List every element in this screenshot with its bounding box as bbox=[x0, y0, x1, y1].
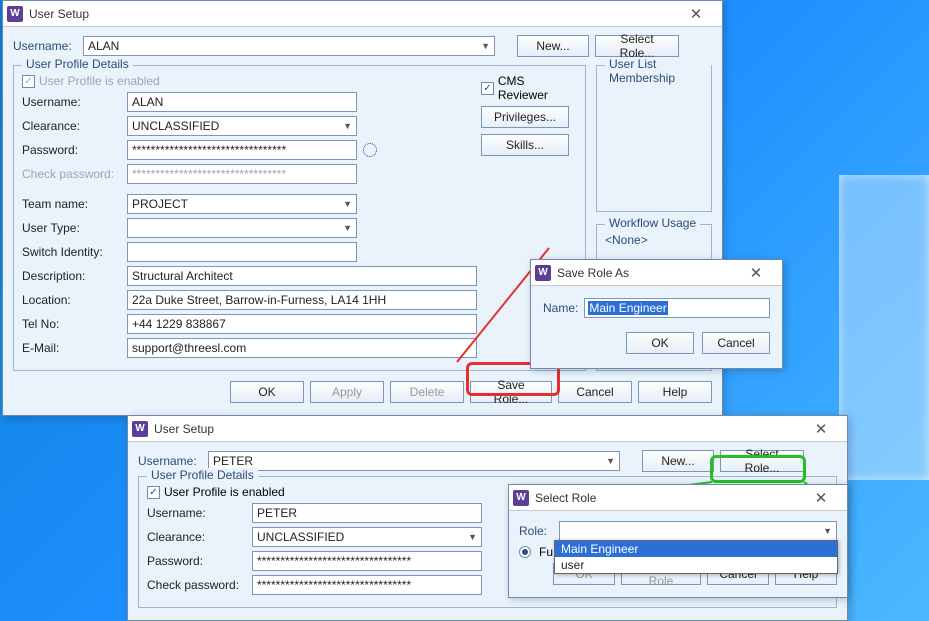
clearance-combo[interactable]: UNCLASSIFIED▼ bbox=[127, 116, 357, 136]
description-input[interactable] bbox=[127, 266, 477, 286]
close-icon[interactable]: ✕ bbox=[801, 420, 841, 438]
teamname-combo[interactable]: PROJECT▼ bbox=[127, 194, 357, 214]
close-icon[interactable]: ✕ bbox=[676, 5, 716, 23]
switchid-input[interactable] bbox=[127, 242, 357, 262]
dialog-title: Save Role As bbox=[557, 266, 736, 280]
role-dropdown[interactable]: Main Engineer user bbox=[554, 540, 838, 574]
lbl-username: Username: bbox=[147, 506, 252, 520]
chevron-down-icon: ▼ bbox=[823, 526, 832, 536]
window-title: User Setup bbox=[29, 7, 676, 21]
username-combo[interactable]: PETER ▼ bbox=[208, 451, 620, 471]
group-legend: Workflow Usage bbox=[605, 216, 700, 230]
username-label: Username: bbox=[138, 454, 202, 468]
save-role-button[interactable]: Save Role... bbox=[470, 381, 552, 403]
chevron-down-icon: ▼ bbox=[343, 199, 352, 209]
apply-button: Apply bbox=[310, 381, 384, 403]
lbl-checkpwd: Check password: bbox=[22, 167, 127, 181]
usertype-combo[interactable]: ▼ bbox=[127, 218, 357, 238]
chevron-down-icon: ▼ bbox=[606, 456, 615, 466]
lbl-password: Password: bbox=[22, 143, 127, 157]
profile-enabled-checkbox[interactable]: ✓ bbox=[22, 75, 35, 88]
full-radio[interactable] bbox=[519, 546, 531, 558]
chevron-down-icon: ▼ bbox=[468, 532, 477, 542]
lbl-description: Description: bbox=[22, 269, 127, 283]
lbl-telno: Tel No: bbox=[22, 317, 127, 331]
lbl-switchid: Switch Identity: bbox=[22, 245, 127, 259]
role-option-main-engineer[interactable]: Main Engineer bbox=[555, 541, 837, 557]
password-input[interactable] bbox=[127, 140, 357, 160]
role-label: Role: bbox=[519, 524, 553, 538]
titlebar[interactable]: W User Setup ✕ bbox=[128, 416, 847, 442]
select-role-button[interactable]: Select Role... bbox=[720, 450, 804, 472]
ok-button[interactable]: OK bbox=[230, 381, 304, 403]
new-button[interactable]: New... bbox=[517, 35, 589, 57]
lbl-username: Username: bbox=[22, 95, 127, 109]
lbl-clearance: Clearance: bbox=[147, 530, 252, 544]
username-label: Username: bbox=[13, 39, 77, 53]
username-input[interactable] bbox=[127, 92, 357, 112]
clearance-combo[interactable]: UNCLASSIFIED▼ bbox=[252, 527, 482, 547]
lbl-email: E-Mail: bbox=[22, 341, 127, 355]
full-label: Fu bbox=[539, 545, 553, 559]
lbl-teamname: Team name: bbox=[22, 197, 127, 211]
username-combo[interactable]: ALAN ▼ bbox=[83, 36, 495, 56]
lbl-password: Password: bbox=[147, 554, 252, 568]
username-value: ALAN bbox=[88, 39, 119, 53]
username-value: PETER bbox=[213, 454, 253, 468]
role-option-user[interactable]: user bbox=[555, 557, 837, 573]
dialog-title: Select Role bbox=[535, 491, 801, 505]
checkpwd-input[interactable] bbox=[252, 575, 482, 595]
close-icon[interactable]: ✕ bbox=[736, 264, 776, 282]
email-input[interactable] bbox=[127, 338, 477, 358]
select-role-button[interactable]: Select Role... bbox=[595, 35, 679, 57]
user-list-membership-group: User List Membership <None> bbox=[596, 65, 712, 212]
app-icon: W bbox=[132, 421, 148, 437]
telno-input[interactable] bbox=[127, 314, 477, 334]
password-input[interactable] bbox=[252, 551, 482, 571]
cms-reviewer-checkbox[interactable]: ✓ bbox=[481, 82, 494, 95]
titlebar[interactable]: W Save Role As ✕ bbox=[531, 260, 782, 286]
lbl-clearance: Clearance: bbox=[22, 119, 127, 133]
user-profile-group: User Profile Details ✓ User Profile is e… bbox=[13, 65, 586, 371]
profile-enabled-label: User Profile is enabled bbox=[164, 485, 285, 499]
group-legend: User Profile Details bbox=[22, 57, 133, 71]
app-icon: W bbox=[535, 265, 551, 281]
new-button[interactable]: New... bbox=[642, 450, 714, 472]
cancel-button[interactable]: Cancel bbox=[558, 381, 632, 403]
chevron-down-icon: ▼ bbox=[343, 223, 352, 233]
lbl-checkpwd: Check password: bbox=[147, 578, 252, 592]
titlebar[interactable]: W Select Role ✕ bbox=[509, 485, 847, 511]
delete-button: Delete bbox=[390, 381, 464, 403]
username-input[interactable] bbox=[252, 503, 482, 523]
group-legend: User List Membership bbox=[605, 57, 711, 85]
name-value: Main Engineer bbox=[588, 301, 667, 315]
checkpwd-input bbox=[127, 164, 357, 184]
privileges-button[interactable]: Privileges... bbox=[481, 106, 569, 128]
close-icon[interactable]: ✕ bbox=[801, 489, 841, 507]
name-input[interactable]: Main Engineer bbox=[584, 298, 770, 318]
profile-enabled-label: User Profile is enabled bbox=[39, 74, 160, 88]
save-role-as-dialog: W Save Role As ✕ Name: Main Engineer OK … bbox=[530, 259, 783, 369]
user-list-none: <None> bbox=[605, 74, 703, 194]
lbl-usertype: User Type: bbox=[22, 221, 127, 235]
cancel-button[interactable]: Cancel bbox=[702, 332, 770, 354]
spinner-icon bbox=[363, 143, 377, 157]
app-icon: W bbox=[513, 490, 529, 506]
group-legend: User Profile Details bbox=[147, 468, 258, 482]
location-input[interactable] bbox=[127, 290, 477, 310]
role-combo[interactable]: ▼ bbox=[559, 521, 837, 541]
name-label: Name: bbox=[543, 301, 578, 315]
ok-button[interactable]: OK bbox=[626, 332, 694, 354]
titlebar[interactable]: W User Setup ✕ bbox=[3, 1, 722, 27]
profile-enabled-checkbox[interactable]: ✓ bbox=[147, 486, 160, 499]
cms-reviewer-label: CMS Reviewer bbox=[498, 74, 577, 102]
skills-button[interactable]: Skills... bbox=[481, 134, 569, 156]
help-button[interactable]: Help bbox=[638, 381, 712, 403]
chevron-down-icon: ▼ bbox=[481, 41, 490, 51]
chevron-down-icon: ▼ bbox=[343, 121, 352, 131]
app-icon: W bbox=[7, 6, 23, 22]
lbl-location: Location: bbox=[22, 293, 127, 307]
window-title: User Setup bbox=[154, 422, 801, 436]
